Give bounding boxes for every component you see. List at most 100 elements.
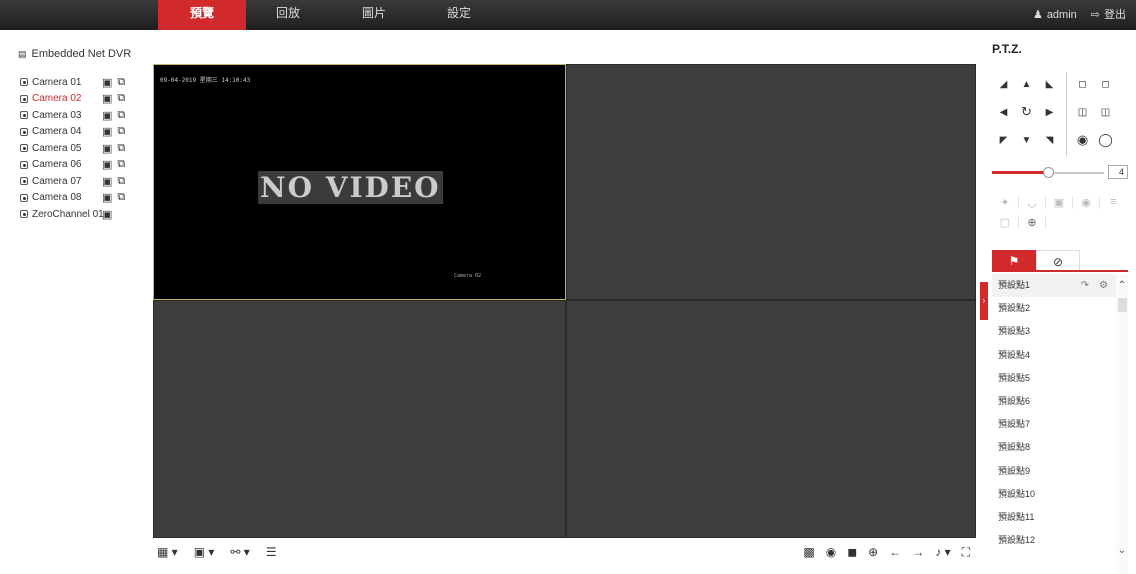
preset-label: 預設點8 [998, 442, 1031, 453]
window-layout-icon[interactable]: ▦ ▾ [157, 545, 178, 559]
logout-button[interactable]: ⇨ 登出 [1091, 0, 1126, 30]
tab-patrol[interactable]: ⊘ [1036, 250, 1080, 270]
stream-icon[interactable]: ⧉ [117, 158, 125, 171]
volume-icon[interactable]: ♪ ▾ [935, 545, 950, 559]
stream-icon[interactable]: ⧉ [117, 191, 125, 204]
dvr-node[interactable]: ▤ Embedded Net DVR [18, 48, 131, 60]
tab-presets[interactable]: ⚑ [992, 250, 1036, 270]
zoom-icon[interactable]: ⊕ [868, 545, 878, 559]
auto-pan-icon[interactable]: ↻ [1015, 104, 1038, 120]
stream-select-icon[interactable]: ▣ ▾ [194, 545, 215, 559]
camera-icon [20, 111, 28, 120]
play-icon[interactable]: ▣ [102, 158, 112, 171]
stream-icon[interactable]: ⧉ [117, 175, 125, 188]
call-preset-icon[interactable]: ↷ [1081, 274, 1089, 297]
iris-open-icon[interactable]: ◯ [1094, 132, 1117, 148]
preset-item[interactable]: 預設點3 [992, 320, 1116, 343]
camera-item[interactable]: Camera 08 ▣ ⧉ [20, 190, 150, 207]
light-icon[interactable]: ✦ [992, 195, 1019, 209]
zoom-in-icon[interactable]: ◻ [1094, 79, 1117, 90]
camera-item[interactable]: Camera 06 ▣ ⧉ [20, 157, 150, 174]
zoom-out-icon[interactable]: ◻ [1071, 79, 1094, 90]
preset-item[interactable]: 預設點1 ↷ ⚙ [992, 274, 1116, 298]
focus-near-icon[interactable]: ◫ [1071, 107, 1094, 118]
preset-item[interactable]: 預設點9 [992, 460, 1116, 483]
scroll-thumb[interactable] [1118, 298, 1127, 312]
camera-item[interactable]: Camera 01 ▣ ⧉ [20, 74, 150, 91]
lens-init-icon[interactable]: ◉ [1073, 195, 1100, 209]
camera-actions: ▣ ⧉ [102, 76, 125, 89]
zoom-area-icon[interactable]: ⊕ [1019, 215, 1046, 229]
camera-item[interactable]: Camera 05 ▣ ⧉ [20, 140, 150, 157]
preset-item[interactable]: 預設點7 [992, 413, 1116, 436]
play-icon[interactable]: ▣ [102, 76, 112, 89]
pan-right-icon[interactable]: ▶ [1038, 107, 1061, 118]
speed-slider[interactable] [992, 166, 1104, 180]
play-icon[interactable]: ▣ [102, 125, 112, 138]
camera-item[interactable]: ZeroChannel 01 ▣ [20, 206, 150, 223]
play-icon[interactable]: ▣ [102, 175, 112, 188]
scroll-down-icon[interactable]: ⌄ [1116, 545, 1128, 556]
tab-settings[interactable]: 設定 [415, 0, 503, 30]
preset-item[interactable]: 預設點2 [992, 297, 1116, 320]
microphone-icon[interactable]: ⚯ ▾ [230, 545, 249, 559]
auto-focus-icon[interactable]: ▣ [1046, 195, 1073, 209]
speed-value[interactable]: 4 [1108, 165, 1128, 179]
pan-left-icon[interactable]: ◀ [992, 107, 1015, 118]
stream-icon[interactable]: ⧉ [117, 142, 125, 155]
stream-icon[interactable]: ⧉ [117, 109, 125, 122]
capture-icon[interactable]: ◉ [826, 545, 836, 559]
stream-icon[interactable]: ⧉ [117, 76, 125, 89]
collapse-panel-button[interactable]: › [980, 282, 988, 320]
pan-down-icon[interactable]: ▼ [1015, 135, 1038, 146]
video-cell-2[interactable] [566, 64, 976, 300]
fullscreen-icon[interactable]: ⛶ [962, 545, 970, 560]
stream-icon[interactable]: ⧉ [117, 92, 125, 105]
slider-knob[interactable] [1043, 167, 1054, 178]
video-cell-1[interactable]: 09-04-2019 星期三 14:10:43 NO VIDEO Camera … [153, 64, 566, 300]
focus-far-icon[interactable]: ◫ [1094, 107, 1117, 118]
preset-scrollbar[interactable]: ⌃ ⌄ [1116, 274, 1128, 574]
user-menu[interactable]: ♟ admin [1033, 0, 1077, 30]
tab-playback[interactable]: 回放 [244, 0, 332, 30]
camera-item[interactable]: Camera 04 ▣ ⧉ [20, 124, 150, 141]
preset-item[interactable]: 預設點10 [992, 483, 1116, 506]
next-page-icon[interactable]: → [912, 545, 924, 559]
scroll-up-icon[interactable]: ⌃ [1116, 280, 1128, 291]
pan-up-icon[interactable]: ▲ [1015, 79, 1038, 90]
preset-item[interactable]: 預設點4 [992, 344, 1116, 367]
menu-icon[interactable]: ≡ [1100, 196, 1127, 208]
play-icon[interactable]: ▣ [102, 208, 112, 221]
play-icon[interactable]: ▣ [102, 92, 112, 105]
camera-item[interactable]: Camera 07 ▣ ⧉ [20, 173, 150, 190]
play-icon[interactable]: ▣ [102, 109, 112, 122]
3d-position-icon[interactable]: ▢ [992, 215, 1019, 229]
preset-item[interactable]: 預設點12 [992, 529, 1116, 552]
tab-picture[interactable]: 圖片 [330, 0, 418, 30]
pan-down-right-icon[interactable]: ◥ [1038, 135, 1061, 146]
preset-actions: ↷ ⚙ [1081, 274, 1108, 297]
preset-item[interactable]: 預設點8 [992, 436, 1116, 459]
record-icon[interactable]: ◼ [847, 545, 857, 559]
tab-preview[interactable]: 預覽 [158, 0, 246, 30]
pan-down-left-icon[interactable]: ◤ [992, 135, 1015, 146]
prev-page-icon[interactable]: ← [889, 545, 901, 559]
iris-close-icon[interactable]: ◉ [1071, 132, 1094, 148]
play-icon[interactable]: ▣ [102, 191, 112, 204]
audio-level-icon[interactable]: ☰ [266, 545, 277, 559]
wiper-icon[interactable]: ◡ [1019, 195, 1046, 209]
stop-all-icon[interactable]: ▩ [803, 545, 814, 559]
play-icon[interactable]: ▣ [102, 142, 112, 155]
pan-up-right-icon[interactable]: ◣ [1038, 79, 1061, 90]
camera-item[interactable]: Camera 03 ▣ ⧉ [20, 107, 150, 124]
video-cell-3[interactable] [153, 300, 566, 538]
preset-item[interactable]: 預設點6 [992, 390, 1116, 413]
preset-item[interactable]: 預設點11 [992, 506, 1116, 529]
camera-item[interactable]: Camera 02 ▣ ⧉ [20, 91, 150, 108]
stream-icon[interactable]: ⧉ [117, 125, 125, 138]
ptz-title: P.T.Z. [992, 42, 1022, 56]
pan-up-left-icon[interactable]: ◢ [992, 79, 1015, 90]
preset-item[interactable]: 預設點5 [992, 367, 1116, 390]
video-cell-4[interactable] [566, 300, 976, 538]
set-preset-icon[interactable]: ⚙ [1099, 274, 1108, 297]
